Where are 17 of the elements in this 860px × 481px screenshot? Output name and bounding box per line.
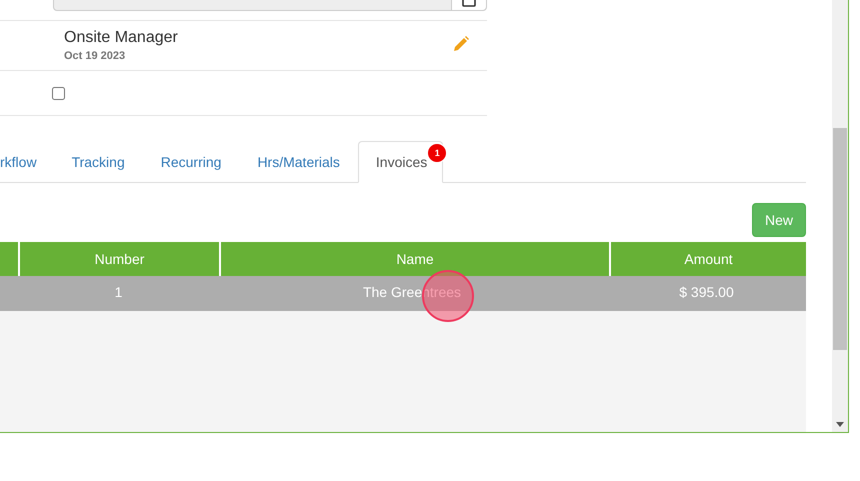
role-name: Onsite Manager — [64, 29, 178, 47]
tab[interactable]: Hrs/Materials — [239, 141, 358, 183]
assignment-date: Oct 19 2023 — [64, 50, 126, 62]
tab[interactable]: rkflow — [0, 141, 54, 183]
checkbox[interactable] — [52, 86, 65, 100]
scroll-down-icon[interactable] — [836, 422, 844, 427]
new-button[interactable]: New — [752, 203, 806, 237]
notification-badge: 1 — [427, 143, 448, 163]
table-cell-text: $ 395.00 — [679, 284, 734, 302]
tab[interactable]: Tracking — [54, 141, 143, 183]
scrollbar[interactable] — [832, 0, 848, 432]
tab[interactable]: Recurring — [142, 141, 240, 183]
tab[interactable]: Invoices 1 — [358, 141, 444, 183]
scrollbar-thumb[interactable] — [833, 128, 848, 350]
pencil-icon[interactable] — [452, 34, 470, 52]
table-cell-text: 1 — [114, 284, 122, 302]
table-cell-text: The Greentrees — [362, 284, 462, 302]
